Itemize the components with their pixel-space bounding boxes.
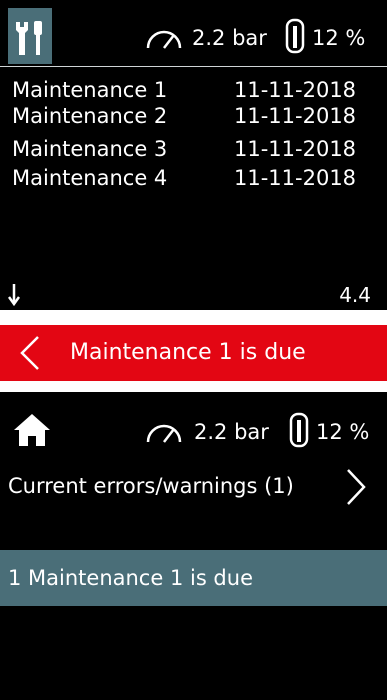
pressure-readout: 2.2 bar — [192, 26, 267, 50]
maintenance-screen: 2.2 bar 12 % Maintenance 1 11-11-2018 Ma… — [0, 0, 387, 310]
home-screen: 2.2 bar 12 % Current errors/warnings (1)… — [0, 392, 387, 700]
maintenance-name: Maintenance 1 — [12, 78, 168, 102]
maintenance-date: 11-11-2018 — [234, 137, 357, 161]
level-readout: 12 % — [312, 26, 366, 50]
list-item[interactable]: Maintenance 2 11-11-2018 — [12, 102, 372, 130]
error-item-text: 1 Maintenance 1 is due — [8, 566, 253, 590]
thermometer-icon — [289, 412, 309, 448]
pressure-readout: 2.2 bar — [194, 420, 269, 444]
list-item[interactable]: Maintenance 4 11-11-2018 — [12, 164, 372, 192]
errors-warnings-link[interactable]: Current errors/warnings (1) — [0, 464, 387, 514]
status-bar: 2.2 bar 12 % — [0, 0, 387, 65]
alert-banner[interactable]: Maintenance 1 is due — [0, 325, 387, 381]
maintenance-name: Maintenance 3 — [12, 137, 168, 161]
gauge-icon — [146, 30, 182, 49]
thermometer-icon — [285, 18, 305, 54]
service-menu-button[interactable] — [8, 8, 52, 64]
gauge-icon — [146, 424, 182, 443]
divider — [0, 66, 387, 67]
alert-message: Maintenance 1 is due — [70, 340, 306, 365]
level-readout: 12 % — [316, 420, 370, 444]
maintenance-date: 11-11-2018 — [234, 104, 357, 128]
list-item[interactable]: Maintenance 3 11-11-2018 — [12, 135, 372, 163]
maintenance-name: Maintenance 4 — [12, 166, 168, 190]
home-icon[interactable] — [12, 412, 52, 448]
chevron-right-icon[interactable] — [345, 468, 367, 506]
wrench-screwdriver-icon — [16, 21, 42, 55]
arrow-down-icon[interactable] — [8, 282, 24, 306]
maintenance-date: 11-11-2018 — [234, 166, 357, 190]
maintenance-name: Maintenance 2 — [12, 104, 168, 128]
errors-warnings-label: Current errors/warnings (1) — [8, 474, 294, 498]
maintenance-date: 11-11-2018 — [234, 78, 357, 102]
error-list-item[interactable]: 1 Maintenance 1 is due — [0, 550, 387, 606]
chevron-left-icon[interactable] — [18, 335, 42, 371]
software-version: 4.4 — [339, 283, 371, 307]
list-item[interactable]: Maintenance 1 11-11-2018 — [12, 76, 372, 104]
